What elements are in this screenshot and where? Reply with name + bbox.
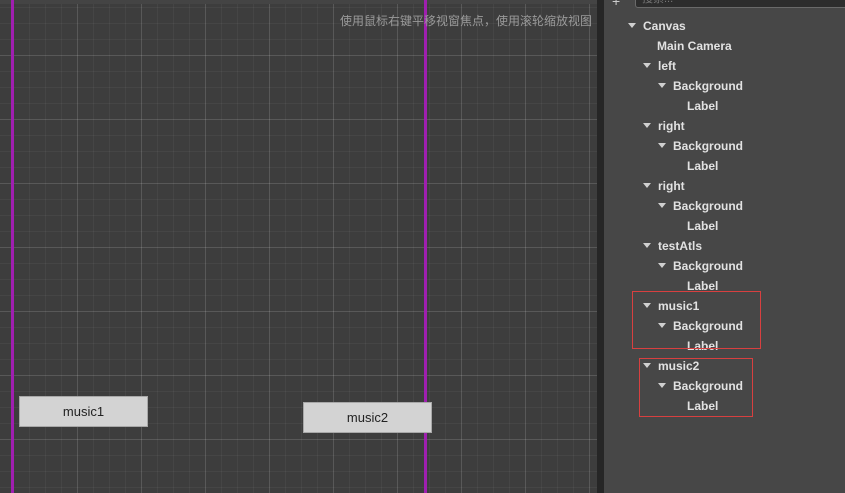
tree-node-canvas[interactable]: Canvas (628, 16, 686, 36)
expand-arrow-icon[interactable] (628, 23, 636, 29)
tree-node-background[interactable]: Background (658, 136, 743, 156)
tree-node-label-item[interactable]: Label (687, 156, 718, 176)
hierarchy-search-input[interactable]: 搜索... (635, 0, 845, 8)
expand-arrow-icon[interactable] (658, 263, 666, 269)
tree-node-left[interactable]: left (643, 56, 676, 76)
tree-node-label-item[interactable]: Label (687, 96, 718, 116)
tree-node-label: Background (673, 199, 744, 213)
tree-node-background[interactable]: Background (658, 256, 743, 276)
hierarchy-panel: + 搜索... Canvas Main Camera left Backgrou… (604, 0, 845, 493)
tree-node-right[interactable]: right (643, 116, 685, 136)
music1-highlight-box (632, 291, 761, 349)
music1-button[interactable]: music1 (19, 396, 148, 427)
tree-node-label: right (658, 119, 685, 133)
tree-node-background[interactable]: Background (658, 196, 743, 216)
tree-node-label: Main Camera (657, 39, 732, 53)
scene-navigation-hint: 使用鼠标右键平移视窗焦点，使用滚轮缩放视图 (339, 14, 592, 28)
add-node-icon[interactable]: + (612, 0, 620, 9)
tree-node-label-item[interactable]: Label (687, 216, 718, 236)
music2-highlight-box (639, 358, 753, 417)
tree-node-label: Background (673, 139, 744, 153)
expand-arrow-icon[interactable] (643, 243, 651, 249)
expand-arrow-icon[interactable] (643, 183, 651, 189)
tree-node-label: testAtls (658, 239, 703, 253)
tree-node-right[interactable]: right (643, 176, 685, 196)
tree-node-label: Label (687, 99, 719, 113)
tree-node-label: right (658, 179, 685, 193)
expand-arrow-icon[interactable] (643, 123, 651, 129)
expand-arrow-icon[interactable] (643, 63, 651, 69)
tree-node-label: Background (673, 259, 744, 273)
tree-node-label: Label (687, 219, 719, 233)
tree-node-label: Label (687, 159, 719, 173)
tree-node-label: left (658, 59, 676, 73)
expand-arrow-icon[interactable] (658, 203, 666, 209)
tree-node-label: Background (673, 79, 744, 93)
tree-node-testatls[interactable]: testAtls (643, 236, 702, 256)
canvas-left-guide-line (11, 0, 14, 493)
expand-arrow-icon[interactable] (658, 143, 666, 149)
tree-node-background[interactable]: Background (658, 76, 743, 96)
music2-button[interactable]: music2 (303, 402, 432, 433)
tree-node-label: Canvas (643, 19, 686, 33)
scene-viewport[interactable]: 使用鼠标右键平移视窗焦点，使用滚轮缩放视图 music1 music2 (0, 0, 597, 493)
panel-divider[interactable] (597, 0, 604, 493)
tree-node-main-camera[interactable]: Main Camera (657, 36, 732, 56)
scene-toolbar-strip (0, 0, 597, 4)
expand-arrow-icon[interactable] (658, 83, 666, 89)
